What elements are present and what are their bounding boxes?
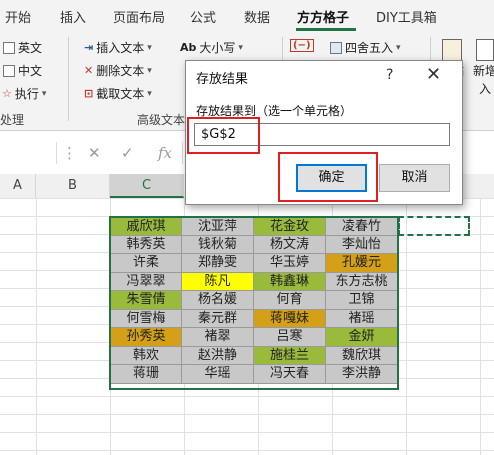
formula-tool-icon: (−) — [290, 39, 314, 52]
new-label-2: 入 — [479, 82, 492, 96]
extract-text-label: 截取文本 — [96, 87, 145, 101]
star-icon: ☆ — [2, 87, 12, 100]
new-button[interactable]: 新增 入 — [473, 39, 494, 97]
name-box[interactable] — [0, 142, 57, 164]
round-label: 四舍五入 — [345, 41, 394, 55]
delete-text-icon: ✕ — [84, 64, 94, 77]
insert-text-button[interactable]: ⇥ 插入文本 ▾ — [84, 39, 152, 56]
extract-text-icon: ⊡ — [84, 87, 94, 100]
english-button[interactable]: 英文 — [3, 39, 42, 56]
execute-button[interactable]: ☆ 执行 ▾ — [2, 85, 46, 102]
help-icon[interactable]: ? — [386, 67, 393, 83]
chevron-down-icon: ▾ — [41, 88, 47, 99]
tab-diy-toolbox[interactable]: DIY工具箱 — [376, 7, 437, 26]
checkbox-icon — [3, 64, 15, 77]
close-icon[interactable]: ✕ — [426, 64, 441, 85]
fx-icon[interactable]: fx — [158, 144, 172, 162]
column-header-b[interactable]: B — [36, 174, 110, 198]
formula-tool-button[interactable]: (−) — [290, 39, 314, 52]
selection-border — [109, 216, 399, 390]
delete-text-label: 删除文本 — [96, 64, 145, 78]
chinese-button[interactable]: 中文 — [3, 62, 42, 79]
tab-data[interactable]: 数据 — [244, 7, 270, 26]
clipboard-icon — [442, 39, 462, 61]
ribbon-divider — [68, 37, 69, 121]
chevron-down-icon: ▾ — [396, 42, 401, 53]
tab-home[interactable]: 开始 — [5, 7, 31, 26]
cancel-button[interactable]: 取消 — [379, 164, 450, 192]
execute-label: 执行 — [14, 87, 39, 101]
grid-icon — [330, 41, 342, 54]
more-options-icon: ⋮ — [62, 144, 77, 162]
new-doc-icon — [476, 39, 494, 61]
delete-text-button[interactable]: ✕ 删除文本 ▾ — [84, 62, 152, 79]
checkbox-icon — [3, 41, 15, 54]
round-button[interactable]: 四舍五入 ▾ — [330, 39, 401, 56]
column-header-c[interactable]: C — [110, 174, 184, 198]
column-header-a[interactable]: A — [0, 174, 36, 198]
result-cell-input[interactable] — [194, 123, 450, 146]
ribbon-tab-bar: 开始 插入 页面布局 公式 数据 方方格子 DIY工具箱 — [0, 0, 494, 32]
extract-text-button[interactable]: ⊡ 截取文本 ▾ — [84, 85, 152, 102]
chevron-down-icon: ▾ — [238, 42, 243, 53]
group-label-process: 处理 — [0, 113, 25, 127]
chevron-down-icon: ▾ — [147, 42, 152, 53]
store-result-dialog: 存放结果 ? ✕ 存放结果到（选一个单元格） 确定 取消 — [185, 60, 463, 205]
copy-marquee — [398, 216, 470, 236]
english-label: 英文 — [18, 41, 43, 55]
tab-insert[interactable]: 插入 — [60, 7, 86, 26]
tab-page-layout[interactable]: 页面布局 — [113, 7, 165, 26]
case-button[interactable]: Ab 大小写 ▾ — [180, 39, 243, 56]
tab-formulas[interactable]: 公式 — [190, 7, 216, 26]
insert-text-icon: ⇥ — [84, 41, 94, 54]
dialog-label: 存放结果到（选一个单元格） — [196, 104, 353, 118]
chinese-label: 中文 — [18, 64, 43, 78]
chevron-down-icon: ▾ — [147, 65, 152, 76]
dialog-title: 存放结果 — [196, 72, 249, 87]
case-label: 大小写 — [199, 41, 236, 55]
tab-fangfanggezi[interactable]: 方方格子 — [297, 7, 349, 26]
check-icon[interactable]: ✓ — [121, 144, 134, 162]
new-label: 新增 — [473, 64, 494, 78]
close-icon[interactable]: ✕ — [88, 144, 101, 162]
group-label-advanced-text: 高级文本 — [137, 113, 186, 127]
ok-button[interactable]: 确定 — [296, 164, 367, 192]
insert-text-label: 插入文本 — [96, 41, 145, 55]
chevron-down-icon: ▾ — [147, 88, 152, 99]
case-icon: Ab — [180, 41, 197, 54]
